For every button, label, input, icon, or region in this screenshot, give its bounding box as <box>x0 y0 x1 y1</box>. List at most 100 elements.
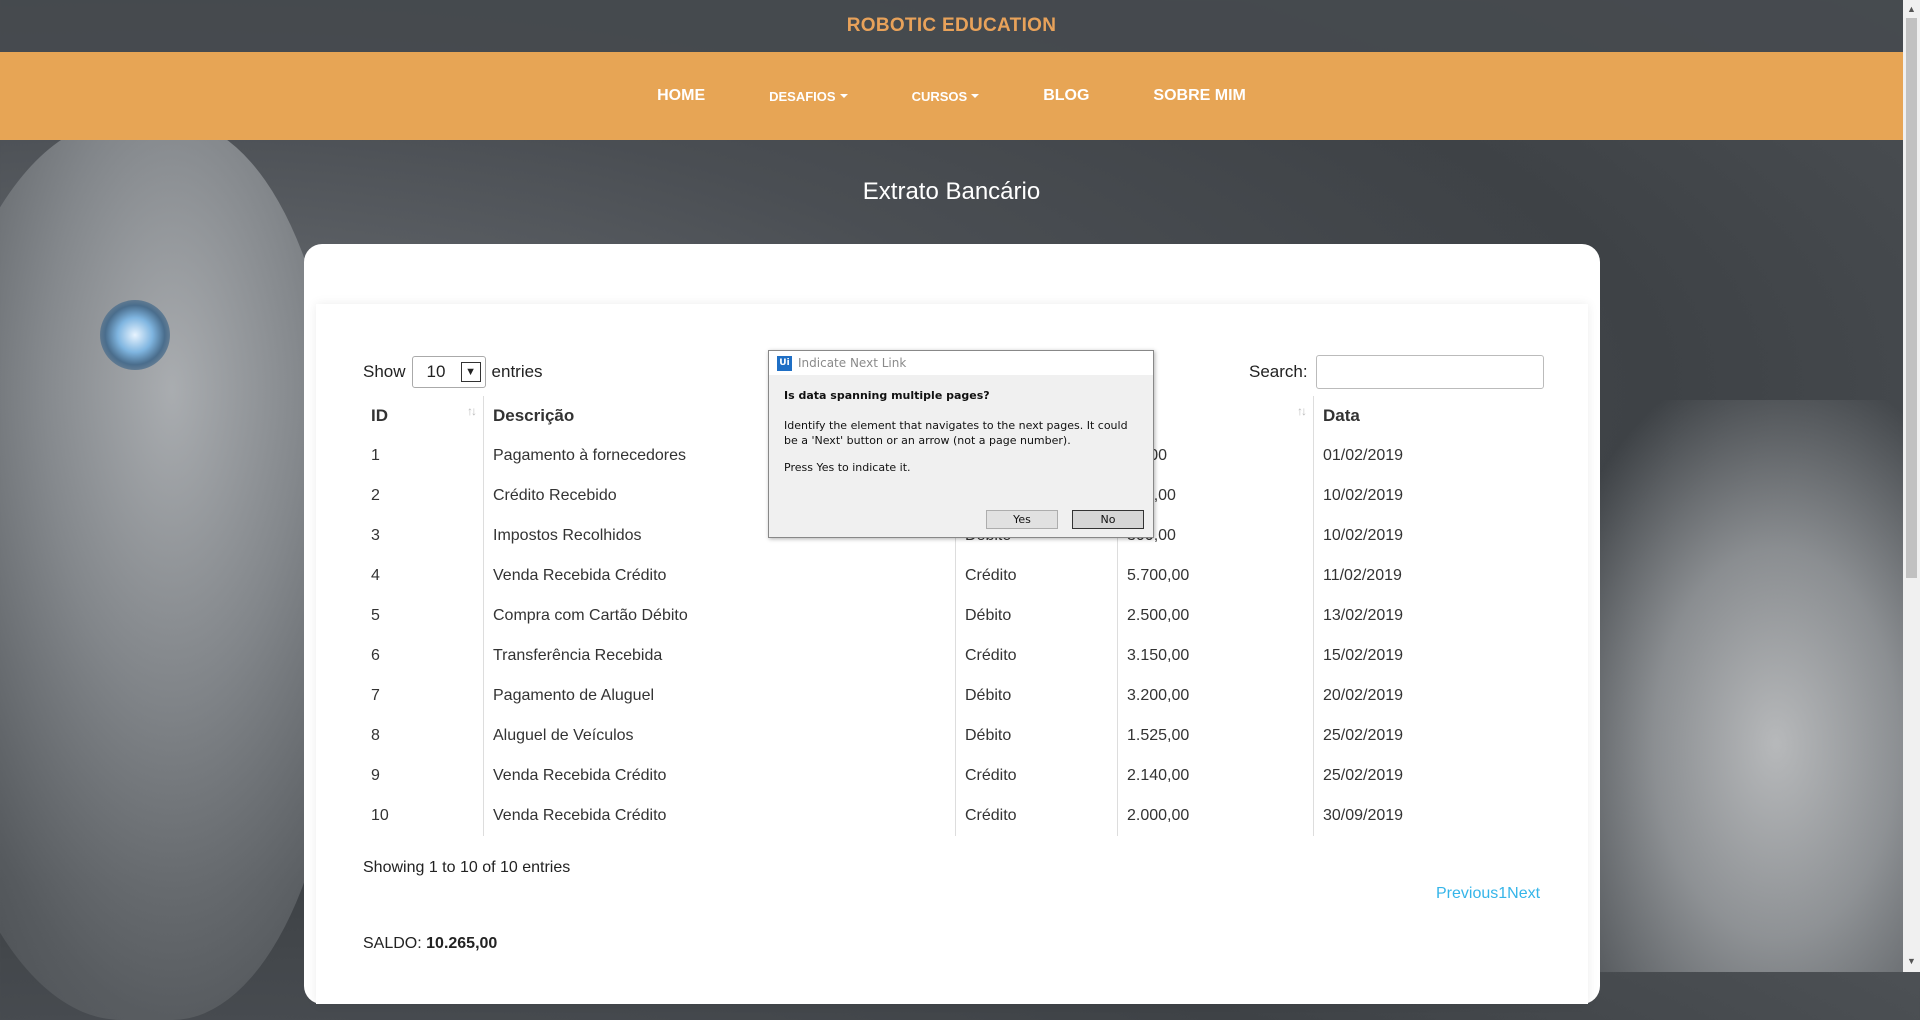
brand-title[interactable]: ROBOTIC EDUCATION <box>847 15 1057 37</box>
cell-data: 25/02/2019 <box>1313 756 1537 796</box>
dialog-question: Is data spanning multiple pages? <box>784 389 990 402</box>
table-row: 9 Venda Recebida Crédito Crédito 2.140,00 25… <box>362 756 1537 796</box>
balance: SALDO: 10.265,00 <box>363 935 497 953</box>
chevron-down-icon <box>971 94 980 98</box>
page-scrollbar[interactable]: ▲ ▼ <box>1903 0 1920 972</box>
nav-home[interactable]: HOME <box>657 87 705 105</box>
cell-id: 10 <box>371 807 389 824</box>
scrollbar-thumb[interactable] <box>1906 18 1917 578</box>
cell-id: 6 <box>371 647 380 664</box>
table-row: 5 Compra com Cartão Débito Débito 2.500,00 1… <box>362 596 1537 636</box>
previous-link[interactable]: Previous <box>1436 885 1498 902</box>
table-row: 8 Aluguel de Veículos Débito 1.525,00 25/02/… <box>362 716 1537 756</box>
page-title: Extrato Bancário <box>862 178 1041 205</box>
top-bar: ROBOTIC EDUCATION <box>0 0 1903 52</box>
cell-tipo: Débito <box>955 596 1118 636</box>
dialog-body: Is data spanning multiple pages? Identif… <box>769 375 1153 475</box>
cell-valor: 3.200,00 <box>1117 676 1314 716</box>
cell-valor: 2.500,00 <box>1117 596 1314 636</box>
cell-data: 30/09/2019 <box>1313 796 1537 836</box>
chevron-down-icon <box>839 94 848 98</box>
column-header-id-label: ID <box>371 406 388 425</box>
cell-tipo: Crédito <box>955 556 1118 596</box>
cell-descricao: Venda Recebida Crédito <box>483 556 956 596</box>
cell-id: 8 <box>371 727 380 744</box>
entries-select-value: 10 <box>426 362 446 381</box>
background-robot-face <box>0 120 340 1020</box>
cell-id: 4 <box>371 567 380 584</box>
cell-id: 5 <box>371 607 380 624</box>
chevron-down-icon: ▼ <box>460 362 481 382</box>
cell-tipo: Crédito <box>955 636 1118 676</box>
table-row: 6 Transferência Recebida Crédito 3.150,00 15… <box>362 636 1537 676</box>
cell-valor: 2.140,00 <box>1117 756 1314 796</box>
sort-icon: ↑↓ <box>1297 404 1307 418</box>
table-row: 7 Pagamento de Aluguel Débito 3.200,00 20/02… <box>362 676 1537 716</box>
scroll-down-icon[interactable]: ▼ <box>1907 956 1916 966</box>
cell-descricao: Pagamento de Aluguel <box>483 676 956 716</box>
table-row: 4 Venda Recebida Crédito Crédito 5.700,00 11… <box>362 556 1537 596</box>
cell-valor: 3.150,00 <box>1117 636 1314 676</box>
cell-descricao: Venda Recebida Crédito <box>483 796 956 836</box>
entries-select[interactable]: 10 ▼ <box>411 356 486 388</box>
yes-button[interactable]: Yes <box>986 510 1058 529</box>
cell-descricao: Aluguel de Veículos <box>483 716 956 756</box>
cell-descricao: Transferência Recebida <box>483 636 956 676</box>
cell-data: 11/02/2019 <box>1313 556 1537 596</box>
column-header-data-label: Data <box>1323 406 1360 425</box>
sort-icon: ↑↓ <box>467 404 477 418</box>
dialog-title: Indicate Next Link <box>798 356 907 370</box>
uipath-logo-icon: Ui <box>777 355 792 371</box>
cell-data: 20/02/2019 <box>1313 676 1537 716</box>
cell-tipo: Débito <box>955 676 1118 716</box>
column-header-data[interactable]: Data <box>1313 396 1537 436</box>
pagination: Previous1Next <box>1436 885 1540 903</box>
nav-blog[interactable]: BLOG <box>1043 87 1089 105</box>
nav-cursos-label: CURSOS <box>911 88 968 104</box>
dialog-titlebar: Ui Indicate Next Link <box>769 351 1153 375</box>
cell-valor: 5.700,00 <box>1117 556 1314 596</box>
entries-label: entries <box>491 362 543 381</box>
cell-id: 1 <box>371 447 380 464</box>
cell-descricao: Venda Recebida Crédito <box>483 756 956 796</box>
search-input[interactable] <box>1315 355 1544 389</box>
balance-value: 10.265,00 <box>426 935 498 952</box>
search-control: Search: <box>1249 355 1544 389</box>
column-header-descricao-label: Descrição <box>493 406 575 425</box>
scroll-up-icon[interactable]: ▲ <box>1907 4 1916 14</box>
table-row: 10 Venda Recebida Crédito Crédito 2.000,00 3… <box>362 796 1537 836</box>
balance-label: SALDO: <box>363 935 422 952</box>
nav-cursos[interactable]: CURSOS <box>912 89 980 104</box>
cell-data: 15/02/2019 <box>1313 636 1537 676</box>
dialog-description: Identify the element that navigates to t… <box>784 419 1128 447</box>
cell-valor: 1.525,00 <box>1117 716 1314 756</box>
indicate-next-link-dialog: Ui Indicate Next Link Is data spanning m… <box>768 350 1154 538</box>
cell-tipo: Crédito <box>955 756 1118 796</box>
cell-data: 01/02/2019 <box>1313 436 1537 476</box>
page-1-link[interactable]: 1 <box>1498 885 1507 902</box>
background-robot-eye <box>100 300 170 370</box>
next-link[interactable]: Next <box>1507 885 1540 902</box>
column-header-id[interactable]: ID ↑↓ <box>362 396 484 436</box>
background-right-shape <box>1560 400 1920 972</box>
cell-data: 10/02/2019 <box>1313 516 1537 556</box>
no-button[interactable]: No <box>1072 510 1144 529</box>
nav-desafios[interactable]: DESAFIOS <box>769 88 848 104</box>
entries-length-control: Show 10 ▼ entries <box>363 356 543 388</box>
cell-valor: 2.000,00 <box>1117 796 1314 836</box>
cell-tipo: Débito <box>955 716 1118 756</box>
cell-data: 25/02/2019 <box>1313 716 1537 756</box>
nav-desafios-label: DESAFIOS <box>769 88 836 104</box>
cell-tipo: Crédito <box>955 796 1118 836</box>
cell-descricao: Compra com Cartão Débito <box>483 596 956 636</box>
nav-sobre-mim[interactable]: SOBRE MIM <box>1153 87 1245 105</box>
main-nav: HOME DESAFIOS CURSOS BLOG SOBRE MIM <box>0 52 1903 140</box>
search-label: Search: <box>1249 362 1308 381</box>
dialog-prompt: Press Yes to indicate it. <box>784 461 911 474</box>
cell-id: 7 <box>371 687 380 704</box>
cell-data: 13/02/2019 <box>1313 596 1537 636</box>
cell-id: 3 <box>371 527 380 544</box>
cell-id: 2 <box>371 487 380 504</box>
cell-data: 10/02/2019 <box>1313 476 1537 516</box>
show-label: Show <box>363 362 406 381</box>
